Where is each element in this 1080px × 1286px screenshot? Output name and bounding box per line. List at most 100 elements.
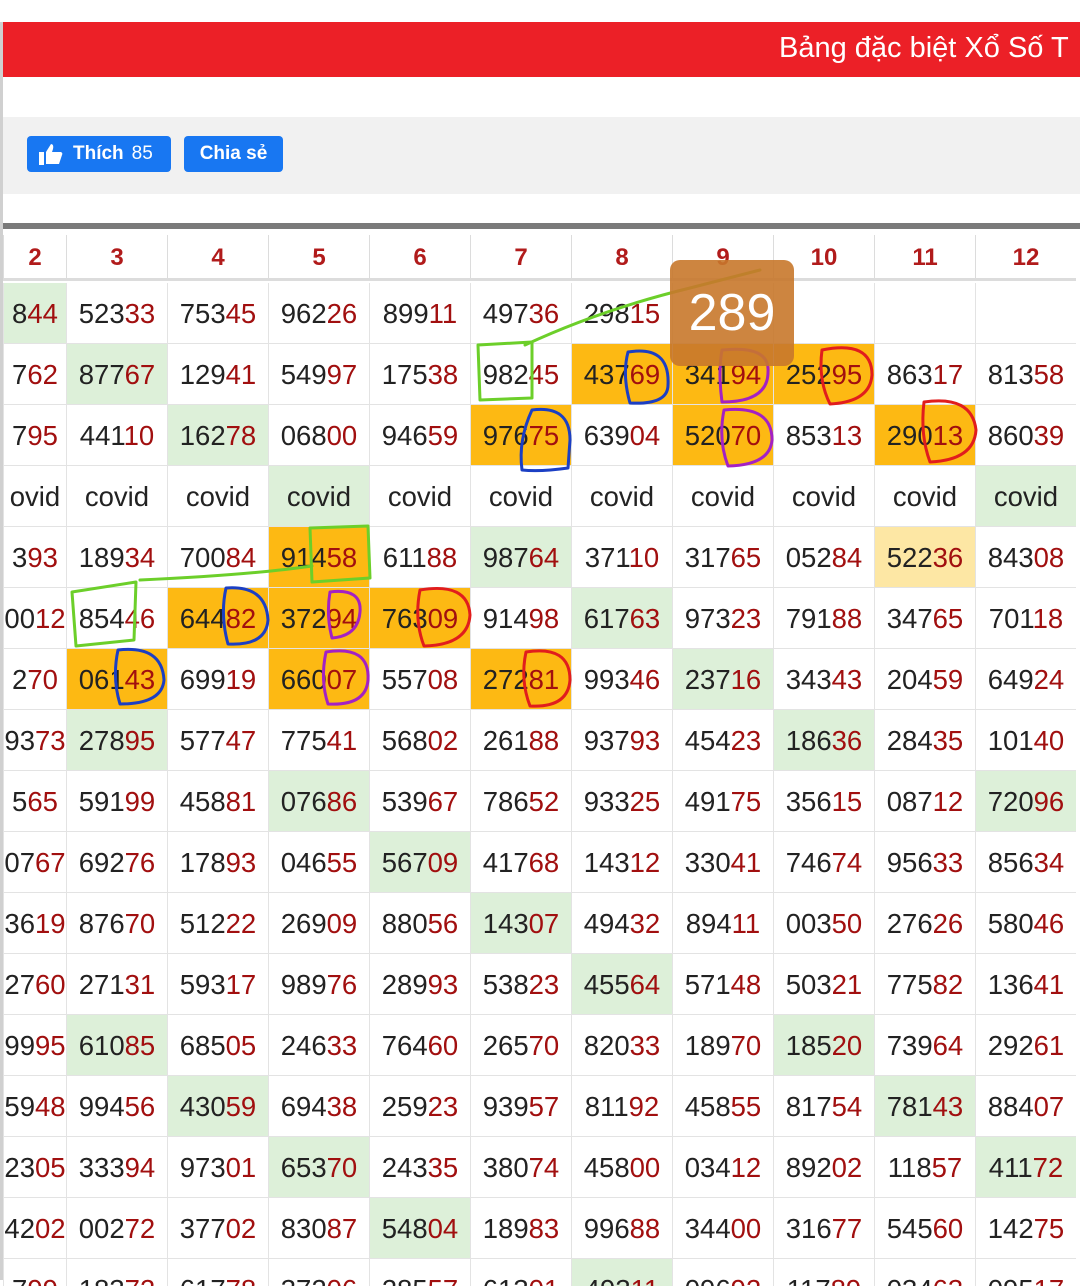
result-cell: 33041	[672, 832, 773, 893]
result-cell: 31677	[773, 1198, 874, 1259]
result-cell: 55708	[369, 649, 470, 710]
result-cell: 58046	[975, 893, 1076, 954]
column-header[interactable]: 4	[167, 235, 268, 281]
result-cell: covid	[975, 466, 1076, 527]
number-tail: 62	[27, 359, 58, 390]
number-head: 343	[785, 664, 832, 695]
number-tail: 76	[326, 969, 358, 1000]
facebook-like-button[interactable]: Thích 85	[27, 136, 171, 172]
number-head: 813	[987, 359, 1034, 390]
number-head: 052	[785, 542, 832, 573]
result-cell: 03463	[874, 1259, 975, 1286]
result-cell: 70118	[975, 588, 1076, 649]
number-tail: 12	[932, 786, 964, 817]
number-tail: 47	[225, 725, 257, 756]
result-cell: 49432	[571, 893, 672, 954]
column-header[interactable]: 2	[3, 235, 66, 281]
number-head: 142	[987, 1213, 1034, 1244]
number-tail: 75	[730, 786, 762, 817]
number-head: 3	[12, 542, 28, 573]
result-cell: 0767	[3, 832, 66, 893]
result-cell: 70084	[167, 527, 268, 588]
result-cell: 45881	[167, 771, 268, 832]
column-header[interactable]: 5	[268, 235, 369, 281]
result-cell: 10140	[975, 710, 1076, 771]
result-cell: 34343	[773, 649, 874, 710]
column-header[interactable]: 12	[975, 235, 1076, 281]
column-header[interactable]: 3	[66, 235, 167, 281]
number-tail: 58	[326, 542, 358, 573]
result-cell: 27626	[874, 893, 975, 954]
number-tail: 15	[629, 298, 661, 329]
number-head: 046	[280, 847, 327, 878]
number-head: 854	[78, 603, 125, 634]
column-header[interactable]: 8	[571, 235, 672, 281]
number-head: 593	[179, 969, 226, 1000]
number-tail: 35	[427, 1152, 459, 1183]
number-tail: 17	[1034, 1274, 1065, 1286]
number-tail: 72	[1032, 1152, 1064, 1183]
number-tail: 59	[932, 664, 964, 695]
number-head: 611	[382, 542, 427, 573]
result-cell: covid	[773, 466, 874, 527]
number-tail: 12	[730, 1152, 762, 1183]
number-tail: 57	[528, 1091, 560, 1122]
number-tail: 70	[124, 908, 156, 939]
result-cell: 77582	[874, 954, 975, 1015]
number-head: 811	[584, 1091, 629, 1122]
number-head: 411	[988, 1152, 1033, 1183]
number-head: 973	[179, 1152, 226, 1183]
number-head: 285	[382, 1274, 428, 1286]
number-head: 786	[482, 786, 529, 817]
column-header[interactable]: 11	[874, 235, 975, 281]
number-tail: 36	[831, 725, 863, 756]
result-cell: 98245	[470, 344, 571, 405]
number-head: 417	[482, 847, 529, 878]
column-header[interactable]: 6	[369, 235, 470, 281]
number-head: 853	[785, 420, 832, 451]
number-tail: 48	[730, 969, 762, 1000]
result-cell: 13641	[975, 954, 1076, 1015]
number-tail: 00	[730, 1213, 762, 1244]
column-header[interactable]: 7	[470, 235, 571, 281]
result-cell: 72096	[975, 771, 1076, 832]
number-head: 545	[886, 1213, 933, 1244]
number-head: 746	[785, 847, 832, 878]
number-tail: 08	[427, 664, 459, 695]
number-tail: 05	[35, 1152, 66, 1183]
result-cell: 41768	[470, 832, 571, 893]
result-cell: 61778	[167, 1259, 268, 1286]
number-head: 265	[482, 1030, 529, 1061]
result-cell: 33394	[66, 1137, 167, 1198]
number-head: 982	[482, 359, 529, 390]
number-tail: 09	[326, 908, 358, 939]
number-head: 639	[583, 420, 630, 451]
number-head: 937	[583, 725, 630, 756]
number-tail: 02	[427, 725, 459, 756]
number-tail: 11	[428, 298, 458, 329]
number-tail: 43	[831, 664, 863, 695]
number-head: 877	[78, 359, 125, 390]
number-tail: 38	[427, 359, 459, 390]
result-cell: 78143	[874, 1076, 975, 1137]
facebook-share-button[interactable]: Chia sẻ	[184, 136, 283, 172]
number-tail: 76	[124, 847, 156, 878]
result-cell: 66007	[268, 649, 369, 710]
number-head: 317	[684, 542, 731, 573]
result-cell: 97323	[672, 588, 773, 649]
number-tail: 33	[326, 1030, 358, 1061]
number-tail: 52	[528, 786, 560, 817]
result-cell: 57747	[167, 710, 268, 771]
number-head: 189	[482, 1213, 529, 1244]
number-head: 237	[684, 664, 731, 695]
number-tail: 35	[932, 725, 964, 756]
number-head: 976	[482, 420, 529, 451]
result-cell: 45855	[672, 1076, 773, 1137]
result-cell: 74674	[773, 832, 874, 893]
number-tail: 36	[932, 542, 964, 573]
number-head: 933	[583, 786, 630, 817]
number-head: 660	[280, 664, 327, 695]
number-tail: 13	[932, 420, 964, 451]
number-head: 523	[78, 298, 125, 329]
result-cell: 09517	[975, 1259, 1076, 1286]
